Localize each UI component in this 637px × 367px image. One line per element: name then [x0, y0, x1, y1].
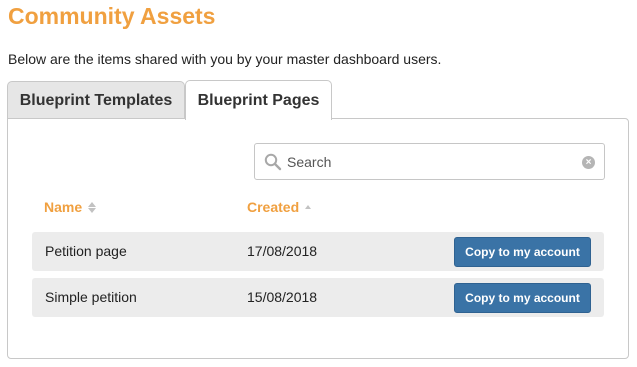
clear-icon[interactable]: × — [582, 156, 595, 169]
table-row: Petition page 17/08/2018 Copy to my acco… — [32, 232, 604, 271]
tab-blueprint-templates[interactable]: Blueprint Templates — [7, 81, 185, 119]
column-header-name[interactable]: Name — [44, 199, 97, 215]
tab-blueprint-pages[interactable]: Blueprint Pages — [185, 80, 332, 120]
intro-text: Below are the items shared with you by y… — [8, 51, 442, 67]
row-created: 17/08/2018 — [247, 243, 318, 259]
search-icon — [264, 153, 282, 171]
column-header-name-label: Name — [44, 199, 83, 215]
row-created: 15/08/2018 — [247, 289, 318, 305]
row-name: Petition page — [45, 243, 127, 259]
row-name: Simple petition — [45, 289, 137, 305]
column-header-created-label: Created — [247, 199, 300, 215]
sort-icon — [88, 201, 97, 213]
column-header-created[interactable]: Created — [247, 199, 312, 215]
tab-panel: × Name Created Petition page 17/08/2018 … — [7, 118, 629, 359]
copy-to-account-button[interactable]: Copy to my account — [454, 283, 591, 313]
search-box: × — [254, 143, 605, 180]
table-row: Simple petition 15/08/2018 Copy to my ac… — [32, 278, 604, 317]
search-input[interactable] — [287, 144, 577, 179]
page-title: Community Assets — [8, 3, 216, 29]
copy-to-account-button[interactable]: Copy to my account — [454, 237, 591, 267]
sort-ascending-icon — [305, 205, 312, 209]
